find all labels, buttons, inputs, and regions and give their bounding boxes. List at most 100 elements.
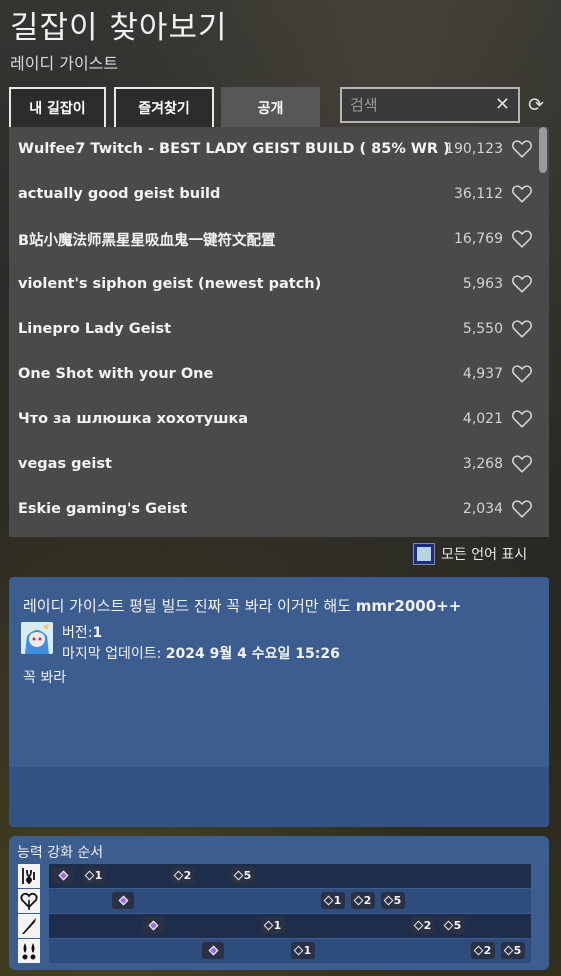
build-name: Wulfee7 Twitch - BEST LADY GEIST BUILD (…: [18, 141, 450, 157]
upgrade-chip[interactable]: 5: [231, 867, 255, 884]
upgrade-chip[interactable]: 1: [291, 942, 315, 959]
build-name: Что за шлюшка хохотушка: [18, 411, 249, 427]
favorite-count: 3,268: [462, 456, 503, 472]
diamond-icon: [293, 945, 304, 956]
version-info: 버전:1: [62, 622, 102, 642]
diamond-icon: [413, 920, 424, 931]
build-title-text: 레이디 가이스트 평딜 빌드 진짜 꼭 봐라 이거만 해도: [23, 597, 351, 615]
list-item[interactable]: actually good geist build 36,112: [9, 172, 537, 216]
list-item[interactable]: Wulfee7 Twitch - BEST LADY GEIST BUILD (…: [9, 127, 537, 171]
heart-icon[interactable]: [511, 408, 533, 430]
heart-icon[interactable]: [511, 453, 533, 475]
diamond-icon: [323, 895, 334, 906]
version-label: 버전:: [62, 625, 93, 641]
favorite-count: 190,123: [445, 141, 503, 157]
build-description: 꼭 봐라: [23, 670, 67, 686]
upgrade-chip[interactable]: 5: [501, 942, 525, 959]
heart-icon[interactable]: [511, 228, 533, 250]
show-all-languages-label: 모든 언어 표시: [441, 547, 528, 563]
diamond-icon: [84, 870, 95, 881]
upgrade-chip[interactable]: 1: [321, 892, 345, 909]
tab-my-builds[interactable]: 내 길잡이: [9, 87, 106, 127]
close-icon[interactable]: ✕: [495, 94, 510, 115]
build-title-suffix: mmr2000++: [355, 597, 462, 615]
heart-icon[interactable]: [511, 183, 533, 205]
ability-row-2: 1 2 5: [49, 889, 531, 913]
build-name: Linepro Lady Geist: [18, 321, 172, 337]
favorite-count: 4,937: [462, 366, 503, 382]
list-item[interactable]: B站小魔法师黑星星吸血鬼一键符文配置 16,769: [9, 217, 537, 261]
tab-favorites[interactable]: 즐겨찾기: [114, 87, 214, 127]
build-name: actually good geist build: [18, 186, 221, 202]
build-name: vegas geist: [18, 456, 112, 472]
list-item[interactable]: Linepro Lady Geist 5,550: [9, 307, 537, 351]
build-list: Wulfee7 Twitch - BEST LADY GEIST BUILD (…: [9, 127, 549, 537]
upgrade-chip[interactable]: 1: [261, 917, 285, 934]
build-name: Eskie gaming's Geist: [18, 501, 188, 517]
page-title: 길잡이 찾아보기: [10, 10, 228, 46]
diamond-icon: [353, 895, 364, 906]
favorite-count: 5,963: [462, 276, 503, 292]
malice-icon: [18, 914, 40, 938]
updated-info: 마지막 업데이트: 2024 9월 4 수요일 15:26: [62, 643, 340, 663]
list-item[interactable]: Что за шлюшка хохотушка 4,021: [9, 397, 537, 441]
upgrade-chip[interactable]: 2: [351, 892, 375, 909]
diamond-icon: [148, 920, 158, 931]
favorite-count: 16,769: [454, 231, 503, 247]
upgrade-chip[interactable]: 2: [171, 867, 195, 884]
heart-icon[interactable]: [511, 318, 533, 340]
upgrade-chip[interactable]: [52, 867, 74, 884]
upgrade-chip[interactable]: 5: [381, 892, 405, 909]
version-value: 1: [92, 625, 103, 641]
ability-row-1: 1 2 5: [49, 864, 531, 888]
show-all-languages-toggle[interactable]: 모든 언어 표시: [413, 543, 528, 565]
avatar-image: [21, 622, 53, 654]
diamond-icon: [208, 945, 218, 956]
diamond-icon: [473, 945, 484, 956]
scrollbar[interactable]: [539, 127, 547, 173]
tab-public[interactable]: 공개: [221, 87, 320, 127]
diamond-icon: [58, 870, 68, 881]
favorite-count: 4,021: [462, 411, 503, 427]
detail-footer: [9, 767, 549, 827]
essence-bomb-icon: [18, 864, 40, 888]
build-name: B站小魔法师黑星星吸血鬼一键符文配置: [18, 232, 276, 249]
ability-row-3: 1 2 5: [49, 914, 531, 938]
search-input[interactable]: [350, 96, 490, 114]
avatar[interactable]: [21, 622, 53, 654]
list-item[interactable]: Eskie gaming's Geist 2,034: [9, 487, 537, 531]
diamond-icon: [503, 945, 514, 956]
upgrade-chip[interactable]: 5: [441, 917, 465, 934]
build-name: violent's siphon geist (newest patch): [18, 276, 322, 292]
ability-order-panel: 능력 강화 순서 1 2 5 1 2 5 1 2 5 1 2 5: [9, 836, 549, 970]
heart-icon[interactable]: [511, 273, 533, 295]
life-drain-icon: [18, 889, 40, 913]
search-box: ✕: [340, 87, 520, 123]
build-title: 레이디 가이스트 평딜 빌드 진짜 꼭 봐라 이거만 해도 mmr2000++: [23, 595, 461, 616]
upgrade-chip[interactable]: [112, 892, 134, 909]
list-item[interactable]: One Shot with your One 4,937: [9, 352, 537, 396]
heart-icon[interactable]: [511, 363, 533, 385]
heart-icon[interactable]: [511, 138, 533, 160]
checkbox[interactable]: [413, 543, 435, 565]
upgrade-chip[interactable]: [202, 942, 224, 959]
refresh-icon[interactable]: ⟳: [526, 94, 546, 116]
updated-label: 마지막 업데이트:: [62, 646, 162, 662]
diamond-icon: [173, 870, 184, 881]
heart-icon[interactable]: [511, 498, 533, 520]
upgrade-chip[interactable]: 1: [82, 867, 106, 884]
build-detail-panel: 레이디 가이스트 평딜 빌드 진짜 꼭 봐라 이거만 해도 mmr2000++ …: [9, 577, 549, 827]
upgrade-chip[interactable]: 2: [411, 917, 435, 934]
favorite-count: 2,034: [462, 501, 503, 517]
diamond-icon: [383, 895, 394, 906]
list-item[interactable]: violent's siphon geist (newest patch) 5,…: [9, 262, 537, 306]
diamond-icon: [118, 895, 128, 906]
soul-exchange-icon: [18, 939, 40, 963]
upgrade-chip[interactable]: 2: [471, 942, 495, 959]
list-item[interactable]: vegas geist 3,268: [9, 442, 537, 486]
diamond-icon: [443, 920, 454, 931]
build-name: One Shot with your One: [18, 366, 214, 382]
diamond-icon: [233, 870, 244, 881]
ability-order-heading: 능력 강화 순서: [17, 845, 104, 861]
upgrade-chip[interactable]: [142, 917, 164, 934]
